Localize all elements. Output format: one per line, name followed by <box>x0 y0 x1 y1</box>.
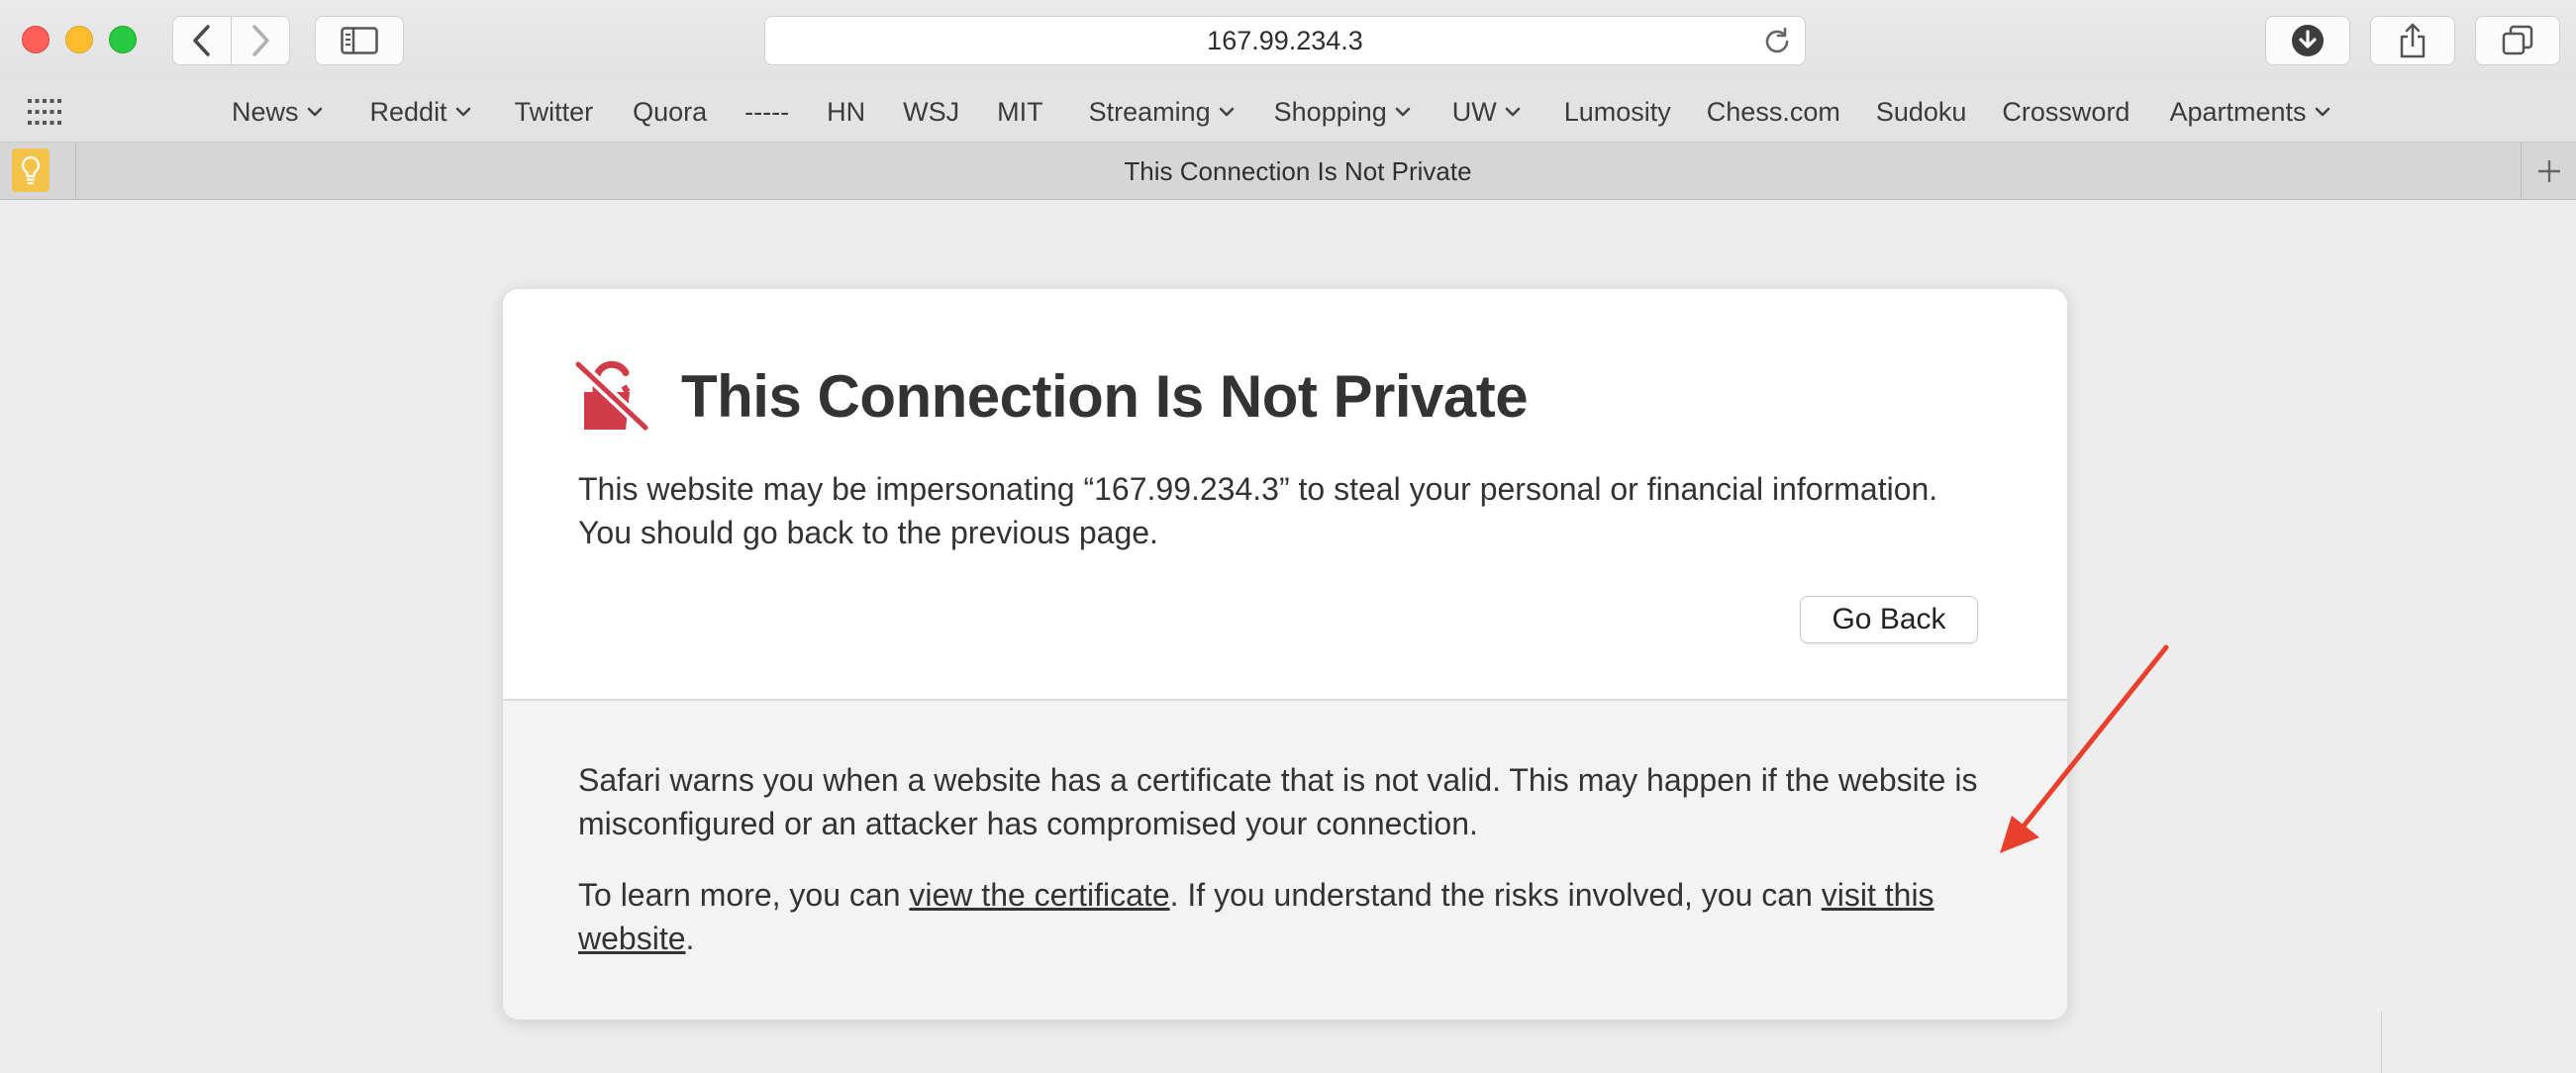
favorite-separator[interactable]: ----- <box>744 97 789 128</box>
favorite-label: Quora <box>633 96 708 127</box>
window-zoom-button[interactable] <box>109 26 137 53</box>
favorite-uw[interactable]: UW <box>1452 97 1521 128</box>
favorite-apartments[interactable]: Apartments <box>2169 97 2329 128</box>
favorite-label: Sudoku <box>1875 96 1967 127</box>
learn-more-paragraph: To learn more, you can view the certific… <box>578 873 2004 960</box>
download-icon <box>2292 25 2324 56</box>
favorite-quora[interactable]: Quora <box>633 97 707 128</box>
warning-card: This Connection Is Not Private This webs… <box>503 289 2067 1020</box>
learn-more-middle: . If you understand the risks involved, … <box>1169 877 1822 913</box>
window-close-button[interactable] <box>22 26 50 53</box>
favorite-hn[interactable]: HN <box>827 97 865 128</box>
favorite-streaming[interactable]: Streaming <box>1089 97 1235 128</box>
favorite-lumosity[interactable]: Lumosity <box>1564 97 1671 128</box>
favorite-news[interactable]: News <box>232 97 323 128</box>
favorite-twitter[interactable]: Twitter <box>515 97 594 128</box>
new-tab-button[interactable] <box>2521 143 2576 200</box>
sidebar-icon <box>341 27 378 54</box>
broken-lock-icon <box>574 360 649 432</box>
tab-overview-button[interactable] <box>2475 16 2560 65</box>
chevron-down-icon <box>2315 107 2329 117</box>
share-button[interactable] <box>2370 16 2455 65</box>
favorite-chess[interactable]: Chess.com <box>1707 97 1840 128</box>
divider-line <box>2381 1012 2382 1073</box>
favorite-label: Crossword <box>2002 96 2130 127</box>
chevron-down-icon <box>1395 107 1411 117</box>
back-button[interactable] <box>172 16 232 65</box>
tab-divider <box>75 143 76 200</box>
favorite-sudoku[interactable]: Sudoku <box>1876 97 1967 128</box>
favorite-label: HN <box>827 96 866 127</box>
lightbulb-icon[interactable] <box>12 148 50 192</box>
favorite-label: Lumosity <box>1563 96 1671 127</box>
sidebar-toggle-button[interactable] <box>315 16 404 65</box>
view-certificate-link[interactable]: view the certificate <box>909 877 1169 913</box>
details-paragraph: Safari warns you when a website has a ce… <box>578 762 1978 841</box>
favorite-label: Streaming <box>1088 96 1211 127</box>
url-text: 167.99.234.3 <box>1207 25 1363 55</box>
red-arrow-icon <box>2000 644 2169 853</box>
share-icon <box>2400 23 2426 58</box>
tab-title: This Connection Is Not Private <box>1124 155 1472 186</box>
favorite-label: Chess.com <box>1706 96 1840 127</box>
warning-details-section: Safari warns you when a website has a ce… <box>503 701 2067 1020</box>
forward-button[interactable] <box>231 16 290 65</box>
address-bar[interactable]: 167.99.234.3 <box>764 16 1806 65</box>
favorite-label: ----- <box>744 96 790 127</box>
learn-more-prefix: To learn more, you can <box>578 877 910 913</box>
favorite-label: Apartments <box>2169 96 2307 127</box>
warning-header-section: This Connection Is Not Private This webs… <box>503 289 2067 701</box>
tab-overview-icon <box>2502 25 2533 55</box>
reload-icon[interactable] <box>1761 26 1793 57</box>
favorite-label: News <box>232 96 299 127</box>
chevron-down-icon <box>1219 107 1234 117</box>
favorite-mit[interactable]: MIT <box>997 97 1043 128</box>
browser-toolbar: 167.99.234.3 <box>0 0 2576 81</box>
window-minimize-button[interactable] <box>65 26 93 53</box>
chevron-down-icon <box>455 107 470 117</box>
favorite-shopping[interactable]: Shopping <box>1274 97 1411 128</box>
favorite-label: Shopping <box>1273 96 1387 127</box>
chevron-left-icon <box>193 25 210 56</box>
learn-more-suffix: . <box>685 921 695 956</box>
plus-icon <box>2537 160 2560 182</box>
favorite-reddit[interactable]: Reddit <box>370 97 471 128</box>
favorite-crossword[interactable]: Crossword <box>2002 97 2130 128</box>
go-back-button[interactable]: Go Back <box>1800 596 1978 643</box>
favorite-wsj[interactable]: WSJ <box>903 97 959 128</box>
warning-description: This website may be impersonating “167.9… <box>578 471 1938 550</box>
favorite-label: MIT <box>997 96 1043 127</box>
chevron-down-icon <box>307 107 322 117</box>
grid-icon[interactable] <box>28 99 61 125</box>
favorite-label: WSJ <box>903 96 960 127</box>
favorite-label: Reddit <box>369 96 447 127</box>
favorite-label: UW <box>1451 96 1497 127</box>
favorites-list: News Reddit Twitter Quora ----- HN WSJ M… <box>218 81 2330 143</box>
active-tab[interactable]: This Connection Is Not Private <box>77 143 2519 200</box>
page-title: This Connection Is Not Private <box>681 362 1529 430</box>
favorite-label: Twitter <box>514 96 594 127</box>
chevron-right-icon <box>252 25 269 56</box>
chevron-down-icon <box>1505 107 1521 117</box>
downloads-button[interactable] <box>2265 16 2350 65</box>
